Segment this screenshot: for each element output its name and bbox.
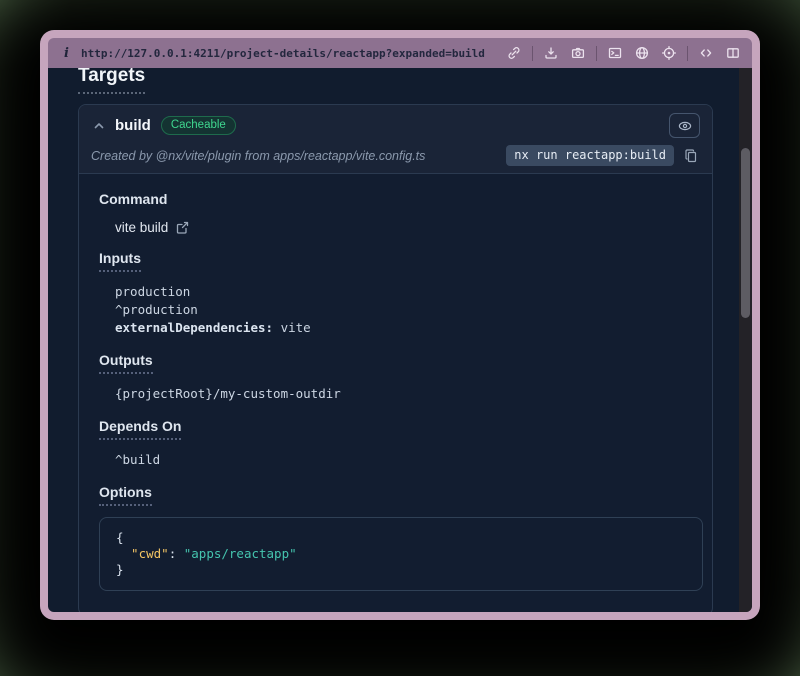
toolbar-divider bbox=[687, 46, 688, 61]
input-item: production bbox=[115, 283, 696, 301]
output-item: {projectRoot}/my-custom-outdir bbox=[115, 385, 696, 403]
run-command-chip[interactable]: nx run reactapp:build bbox=[506, 145, 674, 166]
build-card-header: build Cacheable Created by @nx/vite/plug… bbox=[79, 105, 712, 174]
chevron-up-icon[interactable] bbox=[91, 118, 107, 134]
view-target-button[interactable] bbox=[669, 113, 700, 138]
options-json-block: { "cwd": "apps/reactapp" } bbox=[99, 517, 703, 591]
browser-window: i http://127.0.0.1:4211/project-details/… bbox=[40, 30, 760, 620]
download-icon[interactable] bbox=[542, 44, 560, 62]
json-line: { bbox=[116, 530, 686, 546]
options-section: Options { "cwd": "apps/reactapp" } bbox=[99, 484, 696, 591]
json-line: "cwd": "apps/reactapp" bbox=[116, 546, 686, 562]
target-icon[interactable] bbox=[660, 44, 678, 62]
code-icon[interactable] bbox=[697, 44, 715, 62]
options-heading: Options bbox=[99, 484, 152, 506]
depends-on-section: Depends On ^build bbox=[99, 418, 696, 469]
target-name-build[interactable]: build bbox=[115, 117, 151, 134]
globe-icon[interactable] bbox=[633, 44, 651, 62]
targets-heading: Targets bbox=[78, 68, 145, 94]
build-card-body: Command vite build Inputs production bbox=[79, 174, 712, 612]
depends-on-item: ^build bbox=[115, 451, 696, 469]
inputs-heading: Inputs bbox=[99, 250, 141, 272]
external-link-icon[interactable] bbox=[175, 220, 190, 235]
url-field[interactable]: http://127.0.0.1:4211/project-details/re… bbox=[81, 47, 497, 60]
json-line: } bbox=[116, 562, 686, 578]
camera-icon[interactable] bbox=[569, 44, 587, 62]
scrollbar[interactable] bbox=[739, 68, 752, 612]
outputs-heading: Outputs bbox=[99, 352, 153, 374]
input-item: externalDependencies: vite bbox=[115, 319, 696, 337]
depends-on-heading: Depends On bbox=[99, 418, 181, 440]
link-icon[interactable] bbox=[505, 44, 523, 62]
toolbar-actions bbox=[505, 44, 742, 62]
command-section: Command vite build bbox=[99, 191, 696, 235]
copy-icon[interactable] bbox=[682, 147, 700, 165]
split-panel-icon[interactable] bbox=[724, 44, 742, 62]
input-item: ^production bbox=[115, 301, 696, 319]
terminal-icon[interactable] bbox=[606, 44, 624, 62]
command-heading: Command bbox=[99, 191, 167, 207]
project-details-page: Targets build Cacheable bbox=[48, 68, 739, 612]
target-card-build: build Cacheable Created by @nx/vite/plug… bbox=[78, 104, 713, 612]
outputs-section: Outputs {projectRoot}/my-custom-outdir bbox=[99, 352, 696, 403]
scrollbar-thumb[interactable] bbox=[741, 148, 750, 318]
browser-viewport: Targets build Cacheable bbox=[48, 68, 752, 612]
created-by-text: Created by @nx/vite/plugin from apps/rea… bbox=[91, 149, 425, 163]
browser-toolbar: i http://127.0.0.1:4211/project-details/… bbox=[48, 38, 752, 68]
toolbar-divider bbox=[532, 46, 533, 61]
toolbar-divider bbox=[596, 46, 597, 61]
inputs-section: Inputs production ^production externalDe… bbox=[99, 250, 696, 337]
cacheable-badge: Cacheable bbox=[161, 116, 236, 135]
command-value: vite build bbox=[115, 220, 168, 235]
info-icon: i bbox=[58, 47, 73, 60]
